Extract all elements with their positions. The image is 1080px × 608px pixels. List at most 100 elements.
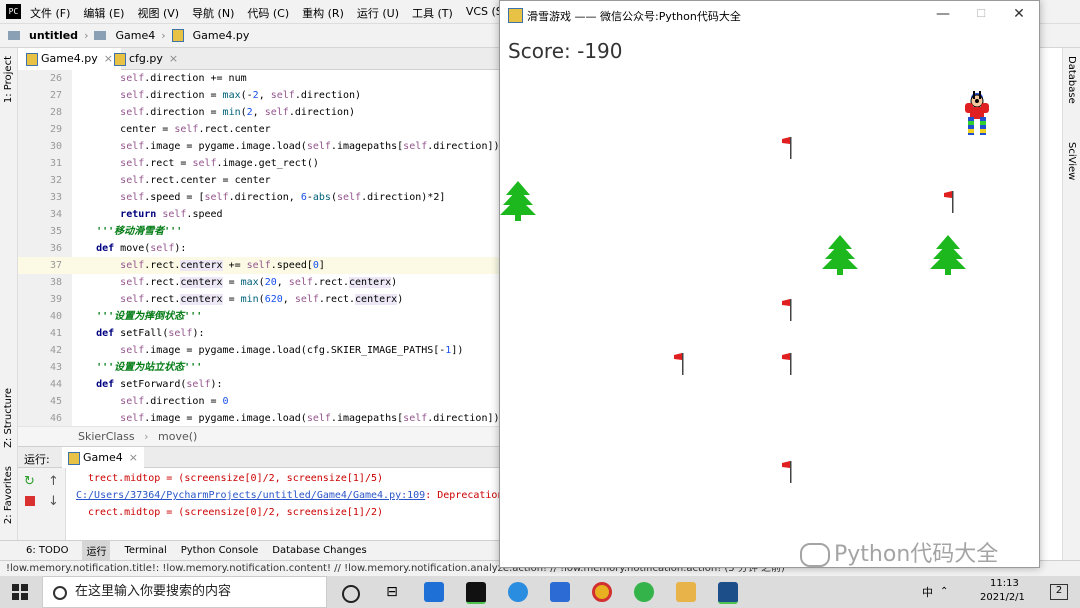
line-number: 33 [49,192,62,203]
tray-icons[interactable]: ⌃ [940,586,948,597]
windows-start-icon[interactable] [12,584,28,600]
maximize-button[interactable]: ☐ [966,5,996,23]
favorites-tool-tab[interactable]: 2: Favorites [3,466,14,524]
line-number: 42 [49,345,62,356]
minimize-button[interactable]: — [928,5,958,23]
file-explorer-icon[interactable] [676,582,696,602]
code-line: center = self.rect.center [72,124,271,135]
tree-obstacle [930,235,966,275]
edge-icon[interactable] [508,582,528,602]
close-icon[interactable]: × [169,52,178,65]
menu-item[interactable]: 视图 (V) [137,5,179,21]
game-window[interactable]: 滑雪游戏 —— 微信公众号:Python代码大全 — ☐ ✕ Score: -1… [499,0,1040,568]
search-icon [53,586,67,600]
app-icon[interactable] [550,582,570,602]
menu-item[interactable]: 导航 (N) [192,5,234,21]
code-editor[interactable]: self.direction += num self.direction = m… [72,70,500,426]
task-view-icon[interactable]: ⊟ [382,582,402,602]
clock-time[interactable]: 11:13 [990,578,1019,589]
cortana-icon[interactable] [342,585,360,603]
line-number: 40 [49,311,62,322]
code-line: self.rect.center = center [120,175,271,186]
python-taskbar-icon[interactable] [718,582,738,604]
run-tab-label: Game4 [83,451,123,464]
breadcrumb-folder[interactable]: Game4 [115,29,155,42]
code-line: self.rect.centerx = max(20, self.rect.ce… [120,277,398,288]
line-number: 45 [49,396,62,407]
line-number: 36 [49,243,62,254]
bottom-tab[interactable]: Terminal [124,545,166,556]
folder-icon [8,31,20,40]
python-app-icon [508,8,523,23]
code-line: def setForward(self): [96,379,223,390]
code-line: return self.speed [120,209,223,220]
pycharm-logo-icon: PC [6,4,21,19]
structure-tool-tab[interactable]: Z: Structure [3,388,14,448]
rerun-icon[interactable]: ↻ [24,474,35,489]
taskbar-search-box[interactable]: 在这里输入你要搜索的内容 [42,576,327,608]
game-title-bar[interactable]: 滑雪游戏 —— 微信公众号:Python代码大全 — ☐ ✕ [500,1,1039,29]
breadcrumb-separator: › [84,29,89,42]
windows-taskbar: 在这里输入你要搜索的内容 ⊟ ⌃ 11:13 2021/2/1 2 中 [0,576,1080,608]
code-line: self.direction += num [120,73,247,84]
crumb-method[interactable]: move() [158,430,197,443]
menu-item[interactable]: 工具 (T) [412,5,453,21]
tab-label: cfg.py [129,52,163,65]
input-method-indicator[interactable]: 中 [922,584,933,600]
watermark-label: Python代码大全 [834,542,999,567]
menu-item[interactable]: 代码 (C) [247,5,289,21]
flag-obstacle [782,353,792,375]
bottom-tab[interactable]: 6: TODO [26,545,68,556]
database-tool-tab[interactable]: Database [1066,56,1077,104]
project-tool-tab[interactable]: 1: Project [3,56,14,103]
bottom-tab[interactable]: 运行 [82,541,111,560]
line-number-gutter: 26 27 28 29 30 31 32 33 34 35 36 37 38 39 40 41 42 43 44 45… [18,70,72,426]
menu-items: 文件 (F) 编辑 (E) 视图 (V) 导航 (N) 代码 (C) 重构 (R) 运行 (… [30,5,565,21]
code-line: self.direction = min(2, self.direction) [120,107,356,118]
line-number: 41 [49,328,62,339]
close-button[interactable]: ✕ [1004,5,1034,23]
score-label: Score: -190 [508,39,623,63]
console-line: C:/Users/37364/PycharmProjects/untitled/… [76,487,500,504]
bottom-tab[interactable]: Database Changes [272,545,366,556]
console-warning: : DeprecationWarn [425,490,500,501]
code-line: '''设置为摔倒状态''' [96,311,203,322]
tab-label: Game4.py [41,52,98,65]
line-number: 32 [49,175,62,186]
code-line: self.image = pygame.image.load(cfg.SKIER… [120,345,464,356]
bottom-tab[interactable]: Python Console [181,545,259,556]
tab-cfg[interactable]: cfg.py × [106,48,186,70]
console-file-link[interactable]: C:/Users/37364/PycharmProjects/untitled/… [76,490,425,501]
menu-item[interactable]: 文件 (F) [30,5,70,21]
close-icon[interactable]: × [129,451,138,464]
notification-icon[interactable]: 2 [1050,584,1068,600]
menu-item[interactable]: 编辑 (E) [83,5,124,21]
tree-obstacle [822,235,858,275]
clock-date[interactable]: 2021/2/1 [980,592,1025,603]
wechat-taskbar-icon[interactable] [634,582,654,602]
arrow-down-icon[interactable]: ↓ [48,494,59,509]
breadcrumb-project[interactable]: untitled [29,29,78,42]
run-tab-game4[interactable]: Game4 × [62,447,144,469]
menu-item[interactable]: 运行 (U) [357,5,399,21]
arrow-up-icon[interactable]: ↑ [48,474,59,489]
pycharm-taskbar-icon[interactable] [466,582,486,604]
line-number: 34 [49,209,62,220]
mail-icon[interactable] [424,582,444,602]
crumb-class[interactable]: SkierClass [78,430,135,443]
menu-item[interactable]: 重构 (R) [302,5,344,21]
game-title: 滑雪游戏 —— 微信公众号:Python代码大全 [527,10,741,23]
chrome-icon[interactable] [592,582,612,602]
line-number: 31 [49,158,62,169]
code-line: self.image = pygame.image.load(self.imag… [120,413,500,424]
code-line: self.speed = [self.direction, 6-abs(self… [120,192,446,203]
stop-icon[interactable] [25,496,35,506]
breadcrumb-file[interactable]: Game4.py [193,29,250,42]
console-line: trect.midtop = (screensize[0]/2, screens… [88,473,384,484]
sciview-tool-tab[interactable]: SciView [1066,142,1077,180]
code-line: self.rect.centerx = min(620, self.rect.c… [120,294,404,305]
line-number: 27 [49,90,62,101]
python-file-icon [68,451,80,465]
code-line: def setFall(self): [96,328,205,339]
code-line: self.rect.centerx += self.speed[0] [72,257,500,274]
